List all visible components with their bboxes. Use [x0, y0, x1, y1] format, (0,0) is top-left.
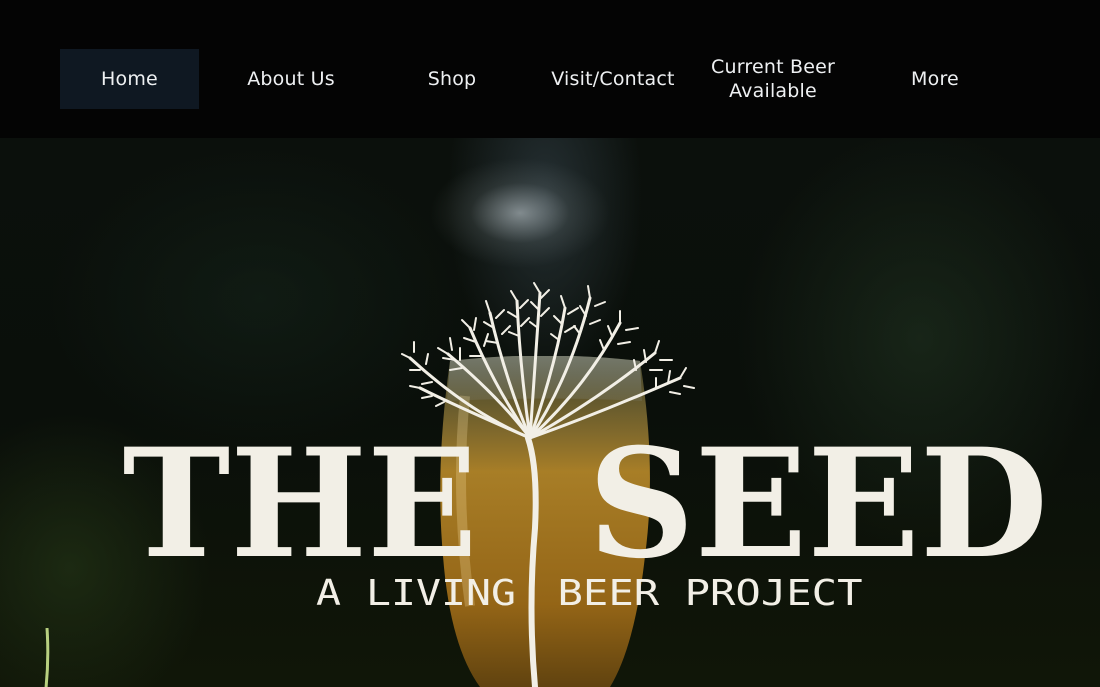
- nav-item-label: About Us: [247, 68, 335, 90]
- nav-item-label: Visit/Contact: [551, 68, 675, 90]
- nav-item-label: Home: [101, 68, 158, 90]
- logo-title-right: SEED: [588, 416, 1048, 592]
- the-seed-logo: THE SEED A LIVING BEER PROJECT: [123, 282, 1048, 687]
- nav-item-label-line2: Available: [729, 80, 817, 102]
- nav-item-shop[interactable]: Shop: [382, 49, 522, 109]
- nav-item-label-line1: Current Beer: [710, 56, 836, 78]
- nav-item-current-beer-available[interactable]: Current Beer Available: [700, 49, 846, 109]
- nav-item-home[interactable]: Home: [60, 49, 199, 109]
- nav-item-more[interactable]: More: [865, 49, 1005, 109]
- logo-title-left: THE: [123, 416, 478, 592]
- hero-banner: THE SEED A LIVING BEER PROJECT: [0, 138, 1100, 687]
- logo-subtitle-left: A LIVING: [316, 573, 516, 614]
- site-navigation: Home About Us Shop Visit/Contact Current…: [0, 0, 1100, 138]
- nav-item-visit-contact[interactable]: Visit/Contact: [543, 49, 683, 109]
- nav-item-label: Shop: [427, 68, 477, 90]
- nav-item-about-us[interactable]: About Us: [220, 49, 362, 109]
- logo-subtitle-right: BEER PROJECT: [558, 573, 863, 614]
- nav-item-label: More: [911, 68, 959, 90]
